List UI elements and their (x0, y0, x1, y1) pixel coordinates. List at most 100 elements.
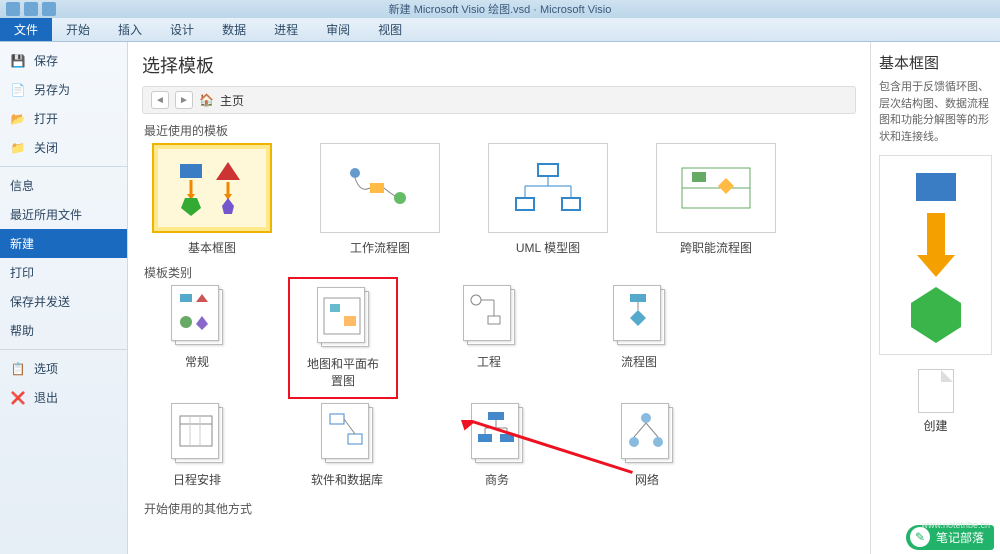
category-label: 流程图 (621, 353, 657, 370)
template-thumb (488, 143, 608, 233)
save-icon: 💾 (10, 53, 26, 69)
template-basic-block[interactable]: 基本框图 (142, 143, 282, 256)
categories-row-1: 常规 地图和平面布置图 工程 流程图 (142, 285, 856, 391)
recent-templates-row: 基本框图 工作流程图 UML 模型图 跨职能流程图 (142, 143, 856, 256)
template-label: 工作流程图 (350, 239, 410, 256)
recent-templates-label: 最近使用的模板 (144, 122, 856, 139)
sidebar-saveas[interactable]: 📄 另存为 (0, 75, 127, 104)
ribbon-tabs: 文件 开始 插入 设计 数据 进程 审阅 视图 (0, 18, 1000, 42)
category-label: 网络 (635, 471, 659, 488)
category-thumb (317, 403, 377, 467)
tab-review[interactable]: 审阅 (312, 18, 364, 41)
tab-home[interactable]: 开始 (52, 18, 104, 41)
template-uml[interactable]: UML 模型图 (478, 143, 618, 256)
sidebar-save-send-label: 保存并发送 (10, 293, 70, 310)
sidebar-exit-label: 退出 (34, 389, 58, 406)
sidebar-info[interactable]: 信息 (0, 171, 127, 200)
sidebar-close-label: 关闭 (34, 139, 58, 156)
category-label: 日程安排 (173, 471, 221, 488)
preview-image (879, 155, 992, 355)
tab-design[interactable]: 设计 (156, 18, 208, 41)
options-icon: 📋 (10, 361, 26, 377)
preview-title: 基本框图 (879, 52, 992, 73)
sidebar-options-label: 选项 (34, 360, 58, 377)
sidebar-info-label: 信息 (10, 177, 34, 194)
window-title: 新建 Microsoft Visio 绘图.vsd · Microsoft Vi… (389, 1, 612, 17)
breadcrumb: ◄ ► 🏠 主页 (142, 86, 856, 114)
category-general[interactable]: 常规 (142, 285, 252, 391)
qat (6, 2, 56, 16)
page-title: 选择模板 (142, 52, 856, 78)
close-icon: 📁 (10, 140, 26, 156)
categories-label: 模板类别 (144, 264, 856, 281)
category-label: 地图和平面布置图 (302, 355, 384, 389)
category-engineering[interactable]: 工程 (434, 285, 544, 391)
nav-back-button[interactable]: ◄ (151, 91, 169, 109)
sidebar-exit[interactable]: ❌ 退出 (0, 383, 127, 412)
watermark-url: www.notetribe.cn (921, 520, 990, 530)
template-thumb (320, 143, 440, 233)
sidebar-recent[interactable]: 最近所用文件 (0, 200, 127, 229)
saveas-icon: 📄 (10, 82, 26, 98)
categories-row-2: 日程安排 软件和数据库 商务 网络 (142, 403, 856, 488)
category-thumb (609, 285, 669, 349)
create-label[interactable]: 创建 (923, 417, 947, 434)
preview-pane: 基本框图 包含用于反馈循环图、层次结构图、数据流程图和功能分解图等的形状和连接线… (870, 42, 1000, 554)
create-area: 创建 (879, 369, 992, 434)
preview-description: 包含用于反馈循环图、层次结构图、数据流程图和功能分解图等的形状和连接线。 (879, 79, 992, 145)
breadcrumb-home[interactable]: 主页 (220, 92, 244, 109)
open-icon: 📂 (10, 111, 26, 127)
sidebar-print-label: 打印 (10, 264, 34, 281)
sidebar-save[interactable]: 💾 保存 (0, 46, 127, 75)
sidebar-new-label: 新建 (10, 235, 34, 252)
sidebar-help-label: 帮助 (10, 322, 34, 339)
sidebar-saveas-label: 另存为 (34, 81, 70, 98)
category-thumb (459, 285, 519, 349)
category-label: 工程 (477, 353, 501, 370)
category-map-floorplan[interactable]: 地图和平面布置图 (288, 277, 398, 399)
tab-file[interactable]: 文件 (0, 18, 52, 41)
watermark-text: 笔记部落 (936, 529, 984, 546)
category-label: 常规 (185, 353, 209, 370)
template-workflow[interactable]: 工作流程图 (310, 143, 450, 256)
sidebar-save-label: 保存 (34, 52, 58, 69)
tab-process[interactable]: 进程 (260, 18, 312, 41)
template-crossfunc[interactable]: 跨职能流程图 (646, 143, 786, 256)
watermark-icon: ✎ (910, 527, 930, 547)
tab-insert[interactable]: 插入 (104, 18, 156, 41)
create-icon[interactable] (918, 369, 954, 413)
sidebar-save-send[interactable]: 保存并发送 (0, 287, 127, 316)
template-thumb (152, 143, 272, 233)
template-label: 跨职能流程图 (680, 239, 752, 256)
category-software-db[interactable]: 软件和数据库 (292, 403, 402, 488)
nav-forward-button[interactable]: ► (175, 91, 193, 109)
template-area: 选择模板 ◄ ► 🏠 主页 最近使用的模板 基本框图 工作流程图 (128, 42, 870, 554)
category-network[interactable]: 网络 (592, 403, 702, 488)
title-bar: 新建 Microsoft Visio 绘图.vsd · Microsoft Vi… (0, 0, 1000, 18)
sidebar-print[interactable]: 打印 (0, 258, 127, 287)
category-thumb (313, 287, 373, 351)
tab-view[interactable]: 视图 (364, 18, 416, 41)
tab-data[interactable]: 数据 (208, 18, 260, 41)
category-thumb (467, 403, 527, 467)
other-ways-label: 开始使用的其他方式 (144, 500, 856, 517)
category-flowchart[interactable]: 流程图 (584, 285, 694, 391)
sidebar-new[interactable]: 新建 (0, 229, 127, 258)
category-label: 商务 (485, 471, 509, 488)
sidebar-close[interactable]: 📁 关闭 (0, 133, 127, 162)
category-thumb (167, 403, 227, 467)
category-thumb (167, 285, 227, 349)
category-thumb (617, 403, 677, 467)
sidebar-recent-label: 最近所用文件 (10, 206, 82, 223)
sidebar-help[interactable]: 帮助 (0, 316, 127, 345)
sidebar-open-label: 打开 (34, 110, 58, 127)
category-schedule[interactable]: 日程安排 (142, 403, 252, 488)
sidebar-open[interactable]: 📂 打开 (0, 104, 127, 133)
template-thumb (656, 143, 776, 233)
template-label: UML 模型图 (516, 239, 580, 256)
template-label: 基本框图 (188, 239, 236, 256)
sidebar-options[interactable]: 📋 选项 (0, 354, 127, 383)
exit-icon: ❌ (10, 390, 26, 406)
home-icon[interactable]: 🏠 (199, 93, 214, 107)
category-business[interactable]: 商务 (442, 403, 552, 488)
